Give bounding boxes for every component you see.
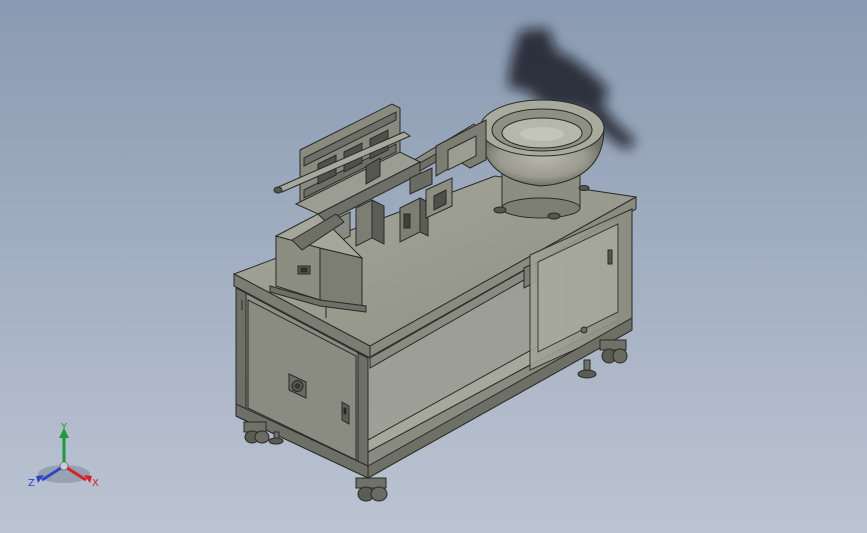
caster-front-right — [355, 477, 388, 502]
door-lock-icon — [341, 401, 350, 425]
z-axis-label: Z — [28, 478, 35, 489]
y-axis-label: Y — [60, 422, 68, 433]
caster-front-left — [243, 421, 270, 444]
leveling-foot — [577, 359, 597, 379]
cad-viewport[interactable]: Y X Z — [0, 0, 867, 533]
triad-origin — [59, 461, 69, 471]
caster-back-right — [599, 339, 628, 364]
x-axis-label: X — [92, 478, 99, 489]
orientation-triad[interactable]: Y X Z — [24, 420, 108, 496]
cad-model-view[interactable] — [0, 0, 867, 533]
